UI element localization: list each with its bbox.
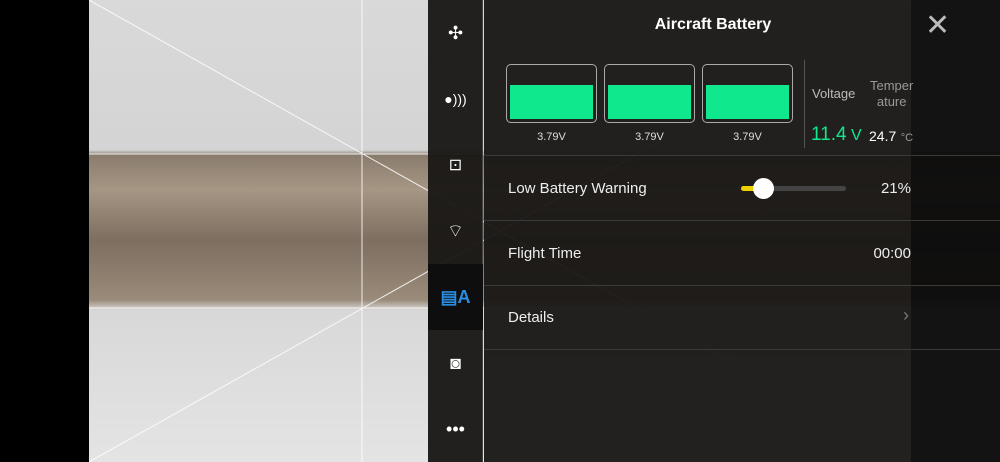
close-icon[interactable]: ✕ xyxy=(925,8,950,43)
signal-icon[interactable]: ●))) xyxy=(428,66,483,132)
slider-thumb[interactable] xyxy=(753,178,774,199)
details-row[interactable]: Details › xyxy=(484,286,911,349)
divider xyxy=(484,155,1000,156)
low-battery-warning-label: Low Battery Warning xyxy=(508,180,647,197)
chevron-right-icon: › xyxy=(903,305,909,325)
low-battery-slider[interactable] xyxy=(741,178,846,199)
battery-cell-2 xyxy=(604,64,695,123)
divider xyxy=(484,349,1000,350)
voltage-unit: V xyxy=(851,127,862,144)
cell-voltage: 3.79V xyxy=(733,131,762,143)
cell-voltage: 3.79V xyxy=(537,131,566,143)
wifi-icon[interactable]: ⌔ xyxy=(428,198,483,264)
details-label: Details xyxy=(508,309,554,326)
battery-cell-3 xyxy=(702,64,793,123)
low-battery-value: 21% xyxy=(880,180,911,197)
cell-voltage: 3.79V xyxy=(635,131,664,143)
page-title: Aircraft Battery xyxy=(654,16,772,33)
more-icon[interactable]: ••• xyxy=(428,396,483,462)
temperature-label: ature xyxy=(876,94,907,109)
camera-icon[interactable]: ◙ xyxy=(428,330,483,396)
battery-icon[interactable]: ▤A xyxy=(428,264,483,330)
remote-controller-icon[interactable]: ⊡ xyxy=(428,132,483,198)
temperature-label: Temper xyxy=(870,78,914,93)
flight-time-label: Flight Time xyxy=(508,245,582,262)
temperature-unit: °C xyxy=(900,132,914,144)
total-voltage: 11.4 V xyxy=(811,124,862,146)
battery-cell-1 xyxy=(506,64,597,123)
temperature-value: 24.7 xyxy=(869,128,897,144)
divider xyxy=(484,220,1000,221)
right-margin xyxy=(911,0,1000,462)
flight-time-value: 00:00 xyxy=(873,245,911,262)
voltage-label: Voltage xyxy=(812,86,856,101)
divider xyxy=(804,60,805,148)
temperature: 24.7 °C xyxy=(869,128,913,146)
voltage-value: 11.4 xyxy=(811,124,847,145)
settings-sidebar: ✣ ●))) ⊡ ⌔ ▤A ◙ ••• xyxy=(428,0,483,462)
